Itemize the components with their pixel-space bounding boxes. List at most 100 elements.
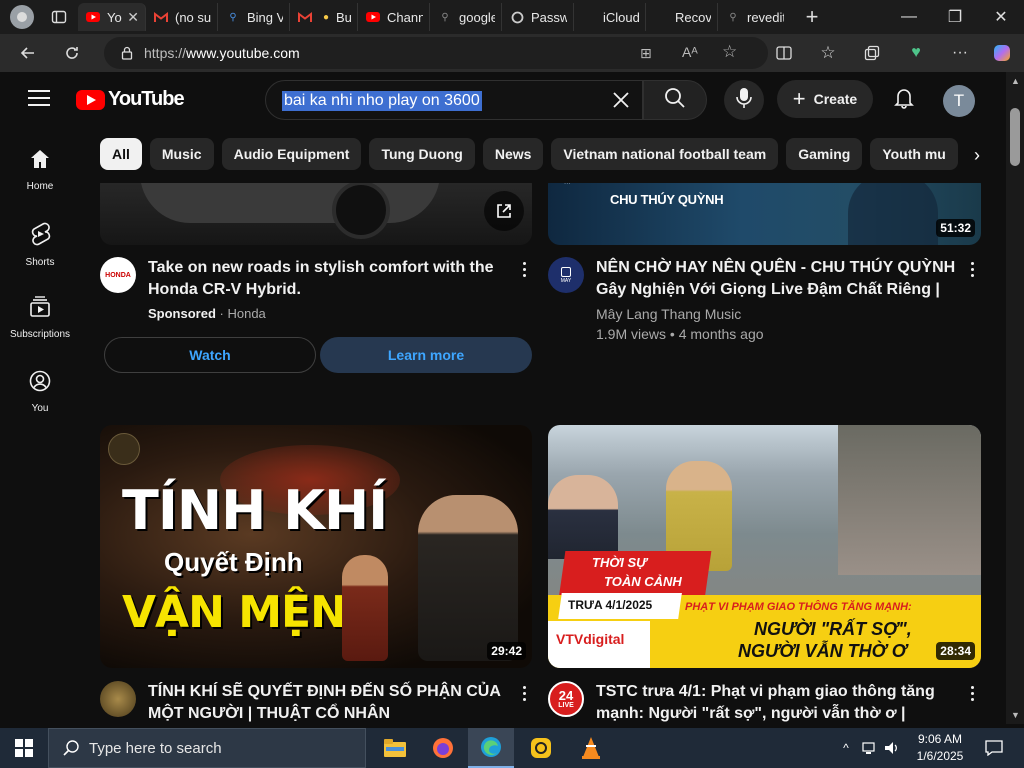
video-thumbnail[interactable]: TÍNH KHÍ Quyết Định VẬN MỆNH 29:42 — [100, 425, 532, 668]
more-options-icon[interactable]: ··· — [944, 37, 976, 69]
tab-title: Build — [336, 9, 351, 25]
collections-icon[interactable] — [856, 37, 888, 69]
video-more-icon[interactable] — [960, 681, 984, 705]
scrollbar-thumb[interactable] — [1010, 108, 1020, 166]
learn-more-button[interactable]: Learn more — [320, 337, 532, 373]
scroll-up-icon[interactable]: ▲ — [1011, 76, 1020, 86]
chip-music[interactable]: Music — [149, 138, 214, 170]
notifications-button[interactable] — [886, 82, 922, 118]
chip-all[interactable]: All — [100, 138, 142, 170]
video-title[interactable]: TÍNH KHÍ SẼ QUYẾT ĐỊNH ĐẾN SỐ PHẬN CỦA M… — [148, 681, 508, 725]
read-aloud-icon[interactable]: Aᴬ — [682, 44, 698, 60]
microphone-icon — [736, 87, 752, 114]
network-icon[interactable] — [860, 728, 880, 768]
browser-essentials-icon[interactable]: ♥ — [900, 37, 932, 69]
app-chat-icon[interactable] — [518, 728, 564, 768]
ad-more-icon[interactable] — [512, 257, 536, 281]
ad-title[interactable]: Take on new roads in stylish comfort wit… — [148, 257, 498, 301]
honda-channel-avatar[interactable]: HONDA — [100, 257, 136, 293]
window-close-icon[interactable]: ✕ — [978, 0, 1024, 34]
channel-avatar[interactable]: MAY — [548, 257, 584, 293]
video-thumbnail[interactable]: … CHU THÚY QUỲNH 51:32 — [548, 183, 981, 245]
chips-next-chevron-icon[interactable]: › — [962, 138, 992, 172]
browser-tab[interactable]: ● Build — [290, 3, 358, 31]
browser-tab[interactable]: (no sub — [146, 3, 218, 31]
browser-tab[interactable]: Passwo — [502, 3, 574, 31]
chip-audio-equipment[interactable]: Audio Equipment — [221, 138, 362, 170]
create-button[interactable]: + Create — [777, 80, 873, 118]
video-grid: HONDA Take on new roads in stylish comfo… — [0, 183, 1006, 725]
clock-date: 1/6/2025 — [916, 749, 964, 763]
vlc-icon[interactable] — [568, 728, 614, 768]
volume-icon[interactable] — [882, 728, 902, 768]
browser-tab[interactable]: ⚲ Bing Vi — [218, 3, 290, 31]
address-bar[interactable]: https://www.youtube.com ⊞ Aᴬ ☆ — [104, 37, 768, 69]
refresh-icon[interactable] — [56, 37, 88, 69]
account-avatar[interactable]: T — [943, 85, 975, 117]
voice-search-button[interactable] — [724, 80, 764, 120]
edge-icon[interactable] — [468, 728, 514, 768]
close-tab-icon[interactable]: ✕ — [127, 9, 139, 26]
app-available-icon[interactable]: ⊞ — [640, 45, 652, 62]
windows-taskbar: Type here to search ^ 9:06 AM 1/6/2025 — [0, 728, 1024, 768]
youtube-logo[interactable]: YouTube — [76, 88, 185, 111]
thumbnail-line-2: Quyết Định — [164, 547, 303, 577]
watch-button[interactable]: Watch — [104, 337, 316, 373]
channel-avatar[interactable]: 24 LIVE — [548, 681, 584, 717]
favorites-icon[interactable]: ☆ — [812, 37, 844, 69]
thumbnail-date-top: TRƯA 4/1/2025 — [568, 598, 653, 612]
thumbnail-figure-child — [342, 555, 388, 661]
browser-tab-strip: Yo ✕ (no sub ⚲ Bing Vi ● Build Channe ⚲ … — [0, 0, 1024, 34]
channel-avatar[interactable] — [100, 681, 136, 717]
search-input[interactable]: bai ka nhi nho play on 3600 — [265, 80, 643, 120]
taskbar-clock[interactable]: 9:06 AM 1/6/2025 — [910, 731, 970, 765]
browser-tab[interactable]: ⚲ google — [430, 3, 502, 31]
youtube-favicon-icon — [366, 10, 380, 24]
chip-tung-duong[interactable]: Tung Duong — [369, 138, 475, 170]
split-screen-icon[interactable] — [768, 37, 800, 69]
firefox-icon[interactable] — [420, 728, 466, 768]
browser-tab[interactable]: ⚲ revedit — [718, 3, 790, 31]
minimize-icon[interactable]: — — [886, 0, 932, 34]
ad-thumbnail[interactable] — [100, 183, 532, 245]
video-more-icon[interactable] — [512, 681, 536, 705]
external-link-icon[interactable] — [484, 191, 524, 231]
taskbar-search-input[interactable]: Type here to search — [48, 728, 366, 768]
chip-news[interactable]: News — [482, 138, 544, 170]
thumbnail-scene — [838, 425, 981, 575]
video-more-icon[interactable] — [960, 257, 984, 281]
browser-tab[interactable]: Recove — [646, 3, 718, 31]
new-tab-button[interactable]: + — [800, 4, 824, 30]
youtube-logo-icon — [76, 89, 105, 110]
browser-tab[interactable]: Channe — [358, 3, 430, 31]
windows-start-icon[interactable] — [0, 728, 48, 768]
video-thumbnail[interactable]: THỜI SỰ TOÀN CẢNH TRƯA 4/1/2025 VTVdigit… — [548, 425, 981, 668]
browser-tab[interactable]: iCloud — [574, 3, 646, 31]
browser-tab[interactable]: Yo ✕ — [78, 3, 146, 31]
clear-search-icon[interactable] — [606, 85, 636, 115]
video-title[interactable]: NÊN CHỜ HAY NÊN QUÊN - CHU THÚY QUỲNH Gâ… — [596, 257, 956, 301]
page-scrollbar[interactable]: ▲ ▼ — [1006, 72, 1024, 724]
file-explorer-icon[interactable] — [372, 728, 418, 768]
chip-youth-music[interactable]: Youth mu — [870, 138, 958, 170]
video-duration: 51:32 — [936, 219, 975, 237]
show-hidden-icons-chevron-icon[interactable]: ^ — [836, 728, 856, 768]
lock-icon[interactable] — [120, 46, 134, 60]
favorite-star-icon[interactable]: ☆ — [722, 42, 737, 62]
channel-name[interactable]: Mây Lang Thang Music — [596, 304, 741, 324]
search-favicon-icon: ⚲ — [441, 11, 449, 23]
notifications-center-icon[interactable] — [980, 728, 1008, 768]
chip-vietnam-football[interactable]: Vietnam national football team — [551, 138, 779, 170]
url-prefix: https:// — [144, 45, 187, 61]
clock-time: 9:06 AM — [917, 732, 963, 746]
tab-actions-icon[interactable] — [46, 4, 72, 30]
chip-gaming[interactable]: Gaming — [786, 138, 863, 170]
scroll-down-icon[interactable]: ▼ — [1011, 710, 1020, 720]
restore-icon[interactable]: ❐ — [932, 0, 978, 34]
menu-icon[interactable] — [28, 90, 50, 108]
copilot-icon[interactable] — [986, 37, 1018, 69]
search-button[interactable] — [643, 80, 707, 120]
video-title[interactable]: TSTC trưa 4/1: Phạt vi phạm giao thông t… — [596, 681, 956, 725]
back-icon[interactable] — [12, 37, 44, 69]
browser-profile-icon[interactable] — [10, 5, 34, 29]
